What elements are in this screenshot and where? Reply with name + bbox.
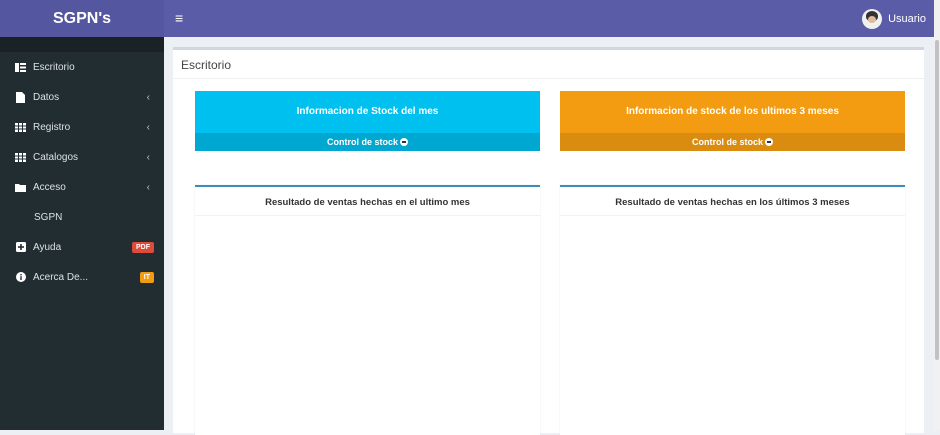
page-title: Escritorio xyxy=(181,58,232,72)
sidebar-item-label: Datos xyxy=(33,91,60,103)
sidebar-item-label: Registro xyxy=(33,121,71,133)
control-stock-link[interactable]: Control de stock xyxy=(195,133,540,151)
stock-3-months-tile: Informacion de stock de los ultimos 3 me… xyxy=(560,91,905,151)
top-navbar: SGPN's ≡ Usuario xyxy=(0,0,934,37)
menu-toggle-icon[interactable]: ≡ xyxy=(175,0,183,37)
sidebar-item-registro[interactable]: Registro ‹ xyxy=(0,112,164,142)
chevron-left-icon: ‹ xyxy=(146,151,150,163)
arrow-circle-right-icon xyxy=(400,138,408,146)
sidebar-item-label: Ayuda xyxy=(33,241,62,253)
tile-footer-label: Control de stock xyxy=(326,137,398,147)
sidebar-item-catalogos[interactable]: Catalogos ‹ xyxy=(0,142,164,172)
sidebar-item-label: Escritorio xyxy=(33,61,75,73)
tile-title: Informacion de Stock del mes xyxy=(296,106,439,117)
scrollbar-thumb[interactable] xyxy=(935,40,939,360)
sidebar-item-datos[interactable]: Datos ‹ xyxy=(0,82,164,112)
user-menu[interactable]: Usuario xyxy=(862,9,926,29)
dashboard-icon xyxy=(15,62,26,72)
sidebar-header-band xyxy=(0,37,164,52)
sidebar-item-sgpn[interactable]: SGPN xyxy=(0,202,164,232)
table-icon xyxy=(15,152,26,162)
chevron-left-icon: ‹ xyxy=(146,181,150,193)
it-badge: IT xyxy=(139,271,154,283)
sidebar-item-label: SGPN xyxy=(34,211,63,223)
sidebar: Escritorio Datos ‹ Registro ‹ Catalogos … xyxy=(0,37,164,430)
chevron-left-icon: ‹ xyxy=(146,91,150,103)
divider xyxy=(195,215,540,216)
info-circle-icon xyxy=(15,272,26,282)
sidebar-item-acceso[interactable]: Acceso ‹ xyxy=(0,172,164,202)
sidebar-item-escritorio[interactable]: Escritorio xyxy=(0,52,164,82)
sidebar-item-label: Acerca De... xyxy=(33,271,89,283)
divider xyxy=(173,78,924,79)
user-name: Usuario xyxy=(888,13,926,25)
table-icon xyxy=(15,122,26,132)
sidebar-item-ayuda[interactable]: Ayuda PDF xyxy=(0,232,164,262)
pdf-badge: PDF xyxy=(132,241,154,253)
user-avatar-icon xyxy=(862,9,883,29)
sidebar-item-label: Acceso xyxy=(33,181,66,193)
arrow-circle-right-icon xyxy=(765,138,773,146)
dashboard-box: Escritorio Informacion de Stock del mes … xyxy=(173,47,924,435)
panel-title: Resultado de ventas hechas en el ultimo … xyxy=(265,197,470,208)
chevron-left-icon: ‹ xyxy=(146,121,150,133)
page-scrollbar[interactable] xyxy=(934,0,940,430)
plus-square-icon xyxy=(15,242,26,252)
tile-title: Informacion de stock de los ultimos 3 me… xyxy=(626,106,839,117)
sidebar-item-label: Catalogos xyxy=(33,151,79,163)
control-stock-link[interactable]: Control de stock xyxy=(560,133,905,151)
divider xyxy=(560,215,905,216)
tile-footer-label: Control de stock xyxy=(691,137,763,147)
sidebar-item-acerca-de[interactable]: Acerca De... IT xyxy=(0,262,164,292)
stock-month-tile: Informacion de Stock del mes Control de … xyxy=(195,91,540,151)
file-icon xyxy=(15,91,26,103)
panel-title: Resultado de ventas hechas en los último… xyxy=(615,197,850,208)
folder-icon xyxy=(15,182,26,192)
sales-last-month-panel: Resultado de ventas hechas en el ultimo … xyxy=(195,185,540,435)
sales-last-3-months-panel: Resultado de ventas hechas en los último… xyxy=(560,185,905,435)
brand-logo[interactable]: SGPN's xyxy=(0,0,164,37)
